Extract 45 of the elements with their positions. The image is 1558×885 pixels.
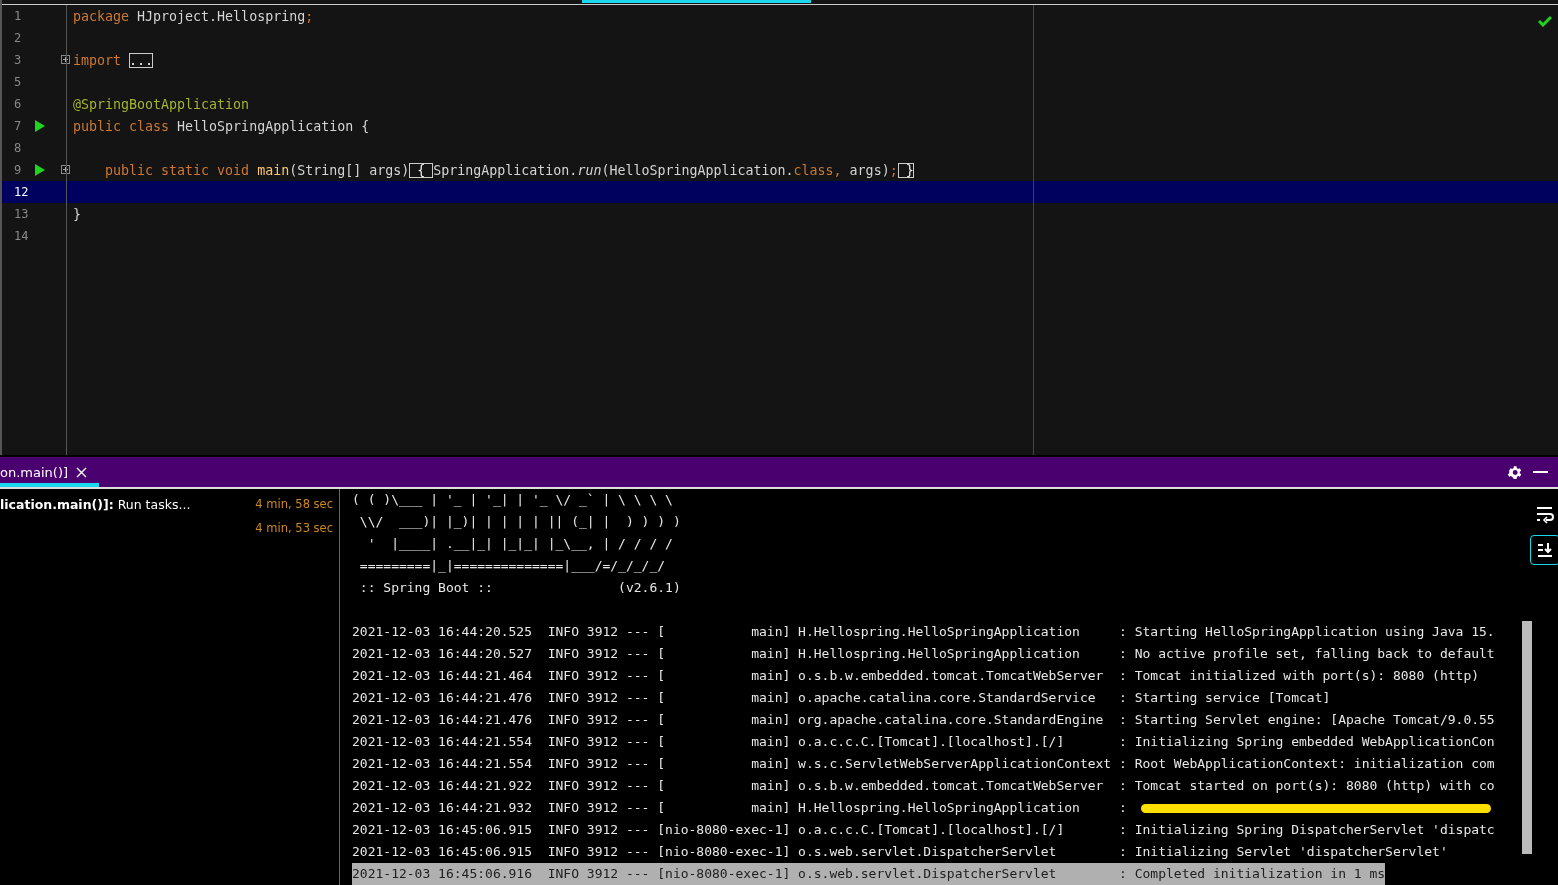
task-label[interactable]: lication.main()]: Run tasks... — [0, 496, 191, 512]
code-line: public static void main(String[] args) { SpringApplication.run(HelloSpringApplication.class, args); } — [104, 162, 914, 178]
log-line: 2021-12-03 16:44:21.932 INFO 3912 --- [ main] H.Hellospring.HelloSpringApplication : — [352, 799, 1127, 817]
run-icon[interactable] — [34, 163, 46, 177]
log-line: 2021-12-03 16:44:21.476 INFO 3912 --- [ main] o.apache.catalina.core.StandardService : Starting service [Tomcat] — [352, 689, 1331, 707]
log-line: 2021-12-03 16:44:21.464 INFO 3912 --- [ main] o.s.b.w.embedded.tomcat.TomcatWebServer : Tomcat initialized with port(s): 8080 (http) — [352, 667, 1480, 685]
close-icon[interactable] — [76, 466, 88, 478]
settings-icon[interactable] — [1506, 463, 1523, 481]
banner-line: ( ( )\___ | '_ | '_| | '_ \/ _` | \ \ \ \ — [352, 491, 673, 509]
elapsed-time: 4 min, 58 sec — [255, 497, 333, 511]
log-line: 2021-12-03 16:44:21.922 INFO 3912 --- [ main] o.s.b.w.embedded.tomcat.TomcatWebServer : Tomcat started on port(s): 8080 (http) with co — [352, 777, 1495, 795]
log-line: 2021-12-03 16:44:21.476 INFO 3912 --- [ main] org.apache.catalina.core.StandardEngine : Starting Servlet engine: [Apache Tomcat/9.0.55 — [352, 711, 1495, 729]
line-number: 7 — [14, 119, 22, 133]
banner-line: :: Spring Boot :: (v2.6.1) — [358, 579, 681, 597]
line-number: 5 — [14, 75, 22, 89]
log-line: 2021-12-03 16:44:21.554 INFO 3912 --- [ main] o.a.c.c.C.[Tomcat].[localhost].[/] : Initializing Spring embedded WebApplicationCon — [352, 733, 1495, 751]
log-line: 2021-12-03 16:45:06.915 INFO 3912 --- [nio-8080-exec-1] o.a.c.c.C.[Tomcat].[localhost].[/] : Initializing Spring DispatcherServlet 'dispatc — [352, 821, 1495, 839]
code-line: } — [73, 206, 81, 222]
log-line: 2021-12-03 16:44:20.527 INFO 3912 --- [ main] H.Hellospring.HelloSpringApplication : No active profile set, falling back to default — [352, 645, 1495, 663]
code-line: package HJproject.Hellospring; — [73, 8, 314, 24]
code-line: @SpringBootApplication — [73, 96, 250, 112]
fold-icon[interactable] — [61, 165, 70, 174]
line-number: 9 — [14, 163, 22, 177]
banner-line: \\/ ___)| |_)| | | | | || (_| | ) ) ) ) — [358, 513, 681, 531]
line-number: 12 — [14, 185, 29, 199]
scroll-to-end-icon[interactable] — [1530, 535, 1558, 565]
line-number: 13 — [14, 207, 29, 221]
log-line: 2021-12-03 16:45:06.915 INFO 3912 --- [nio-8080-exec-1] o.s.web.servlet.DispatcherServlet : Initializing Servlet 'dispatcherServlet' — [352, 843, 1448, 861]
scrollbar[interactable] — [1522, 621, 1532, 854]
log-line: 2021-12-03 16:44:21.554 INFO 3912 --- [ main] w.s.c.ServletWebServerApplicationContext : Root WebApplicationContext: initialization com — [352, 755, 1495, 773]
line-number: 2 — [14, 31, 22, 45]
line-number: 8 — [14, 141, 22, 155]
line-number: 3 — [14, 53, 22, 67]
line-number: 6 — [14, 97, 22, 111]
line-number: 14 — [14, 229, 29, 243]
elapsed-time: 4 min, 53 sec — [255, 521, 333, 535]
run-icon[interactable] — [34, 119, 46, 133]
log-line: 2021-12-03 16:44:20.525 INFO 3912 --- [ main] H.Hellospring.HelloSpringApplication : Starting HelloSpringApplication using Java 15. — [352, 623, 1495, 641]
banner-line: =========|_|==============|___/=/_/_/_/ — [358, 557, 666, 575]
code-line: public class HelloSpringApplication { — [73, 118, 370, 134]
fold-icon[interactable] — [61, 55, 70, 64]
minimize-icon[interactable] — [1533, 470, 1548, 474]
line-number: 1 — [14, 9, 22, 23]
code-line: import ... — [73, 52, 154, 68]
banner-line: ' |____| .__|_| |_|_| |_\__, | / / / / — [366, 535, 673, 553]
